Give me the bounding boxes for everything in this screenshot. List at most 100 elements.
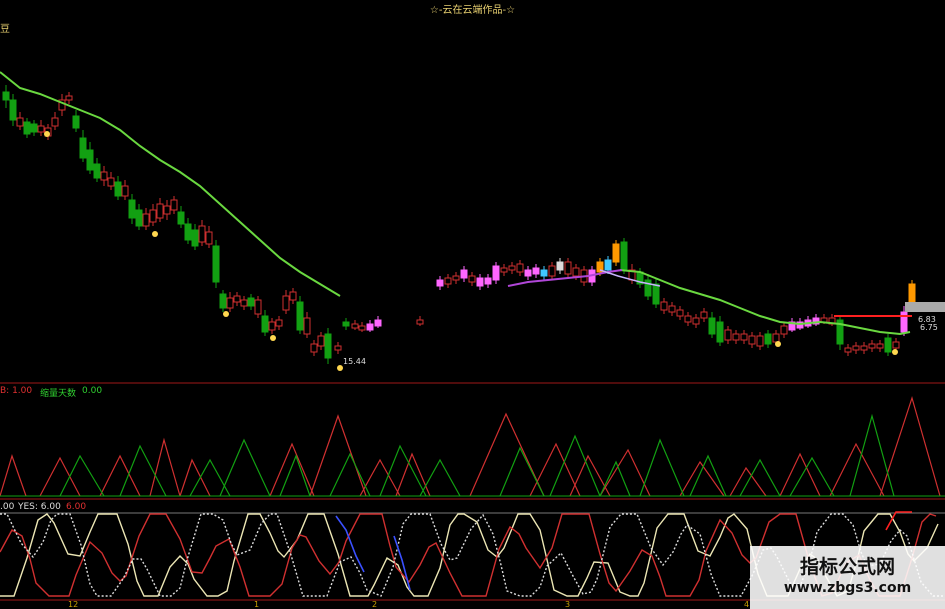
candle-body	[233, 295, 241, 303]
candle-body	[524, 269, 532, 277]
candle-body	[884, 337, 892, 353]
volume-red-triangle	[359, 458, 401, 497]
volume-red-triangle	[679, 460, 725, 497]
candle-body	[556, 261, 564, 271]
candle-body	[540, 269, 548, 277]
candle-body	[72, 115, 80, 129]
candle-body	[334, 345, 342, 351]
candle-body	[247, 297, 255, 307]
volume-green-triangle	[549, 434, 601, 497]
price-tag-2: 6.75	[920, 323, 938, 332]
candle-body	[756, 335, 764, 347]
x-tick-label: 12	[68, 600, 78, 609]
volume-panel-label: 缩量天数	[40, 389, 77, 399]
candle-body	[892, 341, 900, 349]
candle-body	[876, 343, 884, 349]
volume-red-triangle	[879, 395, 941, 497]
candle-body	[9, 99, 17, 121]
moving-average-lines	[0, 71, 945, 336]
volume-green-triangle	[59, 454, 105, 497]
candle-body	[79, 137, 87, 159]
x-tick-label: 2	[372, 600, 377, 609]
signal-marker	[892, 349, 898, 355]
candle-body	[366, 323, 374, 331]
signal-marker	[223, 311, 229, 317]
candle-body	[342, 321, 350, 327]
candle-body	[374, 319, 382, 327]
candle-body	[261, 315, 269, 333]
candle-body	[240, 299, 248, 307]
candle-body	[358, 325, 366, 331]
candle-body	[275, 319, 283, 327]
candle-body	[604, 259, 612, 271]
candle-body	[268, 321, 276, 331]
volume-panel-prefix: B: 1.00	[0, 386, 33, 396]
candle-body	[868, 343, 876, 349]
candle-body	[142, 213, 150, 227]
low-price-label: 15.44	[343, 357, 366, 366]
ma-line-green-left	[0, 71, 341, 297]
candle-body	[303, 317, 311, 335]
candle-body	[135, 209, 143, 227]
candle-body	[114, 181, 122, 197]
candle-body	[740, 333, 748, 341]
signal-marker	[270, 335, 276, 341]
candle-body	[708, 317, 716, 335]
candle-body	[149, 209, 157, 223]
candle-body	[772, 333, 780, 343]
candle-body	[564, 261, 572, 275]
signal-marker	[44, 131, 50, 137]
candle-body	[676, 309, 684, 317]
volume-green-triangle	[849, 413, 895, 497]
candle-body	[852, 345, 860, 351]
candle-body	[219, 293, 227, 309]
candle-body	[2, 91, 10, 101]
x-tick-label: 3	[565, 600, 570, 609]
candle-body	[652, 283, 660, 305]
candle-body	[444, 277, 452, 285]
signal-marker	[152, 231, 158, 237]
candle-body	[764, 333, 772, 345]
candle-body	[170, 199, 178, 211]
candle-body	[65, 95, 73, 101]
candle-body	[500, 267, 508, 273]
candle-body	[317, 335, 325, 347]
candle-body	[620, 241, 628, 271]
candle-body	[508, 265, 516, 271]
candle-body	[282, 295, 290, 311]
candle-body	[684, 315, 692, 323]
volume-red-triangle	[309, 414, 367, 497]
candle-body	[716, 321, 724, 343]
candle-body	[436, 279, 444, 287]
volume-red-triangle	[395, 452, 431, 497]
candle-body	[532, 267, 540, 275]
candle-body	[516, 263, 524, 273]
watermark: 指标公式网 www.zbgs3.com	[750, 546, 945, 609]
volume-red-triangle	[529, 442, 581, 497]
bottom-line-blue-b	[393, 535, 411, 591]
x-tick-label: 4	[744, 600, 749, 609]
volume-red-triangle	[179, 458, 211, 497]
candle-body	[93, 163, 101, 179]
candle-body	[484, 277, 492, 285]
candle-body	[572, 267, 580, 277]
signal-marker	[775, 341, 781, 347]
volume-green-triangle	[189, 458, 231, 497]
candle-body	[860, 345, 868, 351]
candle-body	[30, 123, 38, 133]
corner-tag: 豆	[0, 24, 10, 35]
candle-body	[724, 329, 732, 341]
candle-body	[692, 317, 700, 325]
candle-body	[289, 291, 297, 301]
candle-body	[86, 149, 94, 171]
candle-body	[732, 333, 740, 341]
volume-panel-value: 0.00	[82, 386, 103, 396]
volume-red-triangle	[469, 412, 545, 497]
candle-body	[416, 319, 424, 325]
volume-green-triangle	[739, 458, 781, 497]
candle-body	[844, 347, 852, 353]
volume-indicator-series	[0, 395, 945, 497]
candle-body	[184, 223, 192, 241]
candle-body	[700, 311, 708, 319]
candle-body	[128, 199, 136, 219]
